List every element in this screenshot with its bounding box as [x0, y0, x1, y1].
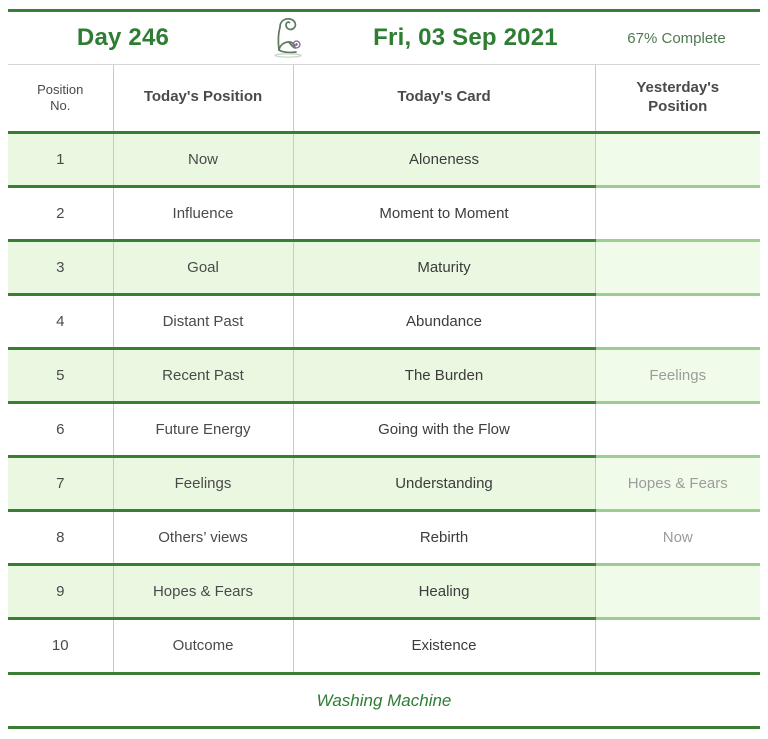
- row-yesterday-position: [595, 130, 760, 188]
- row-today-card: Healing: [293, 562, 596, 620]
- row-yesterday-position: Now: [595, 510, 760, 564]
- column-header-todays-card: Today's Card: [293, 65, 596, 134]
- row-position-no: 10: [8, 618, 114, 672]
- table-row[interactable]: 2 Influence Moment to Moment: [8, 186, 760, 240]
- date-cell: Fri, 03 Sep 2021: [338, 12, 593, 64]
- row-today-position: Future Energy: [113, 402, 294, 456]
- kneeling-figure-icon: [238, 12, 338, 64]
- row-today-card: Existence: [293, 618, 596, 672]
- row-yesterday-position: [595, 186, 760, 240]
- table-row[interactable]: 6 Future Energy Going with the Flow: [8, 402, 760, 456]
- table-row[interactable]: 5 Recent Past The Burden Feelings: [8, 346, 760, 404]
- row-today-card: The Burden: [293, 346, 596, 404]
- table-row[interactable]: 9 Hopes & Fears Healing: [8, 562, 760, 620]
- row-today-card: Rebirth: [293, 510, 596, 564]
- row-position-no: 5: [8, 346, 114, 404]
- row-today-card: Understanding: [293, 454, 596, 512]
- row-position-no: 6: [8, 402, 114, 456]
- row-today-position: Feelings: [113, 454, 294, 512]
- table-row[interactable]: 7 Feelings Understanding Hopes & Fears: [8, 454, 760, 512]
- table-body: 1 Now Aloneness 2 Influence Moment to Mo…: [8, 130, 760, 672]
- column-header-position-no: Position No.: [8, 65, 114, 134]
- row-today-card: Abundance: [293, 294, 596, 348]
- table-row[interactable]: 1 Now Aloneness: [8, 130, 760, 188]
- row-today-card: Maturity: [293, 238, 596, 296]
- sheet-footer: Washing Machine: [8, 675, 760, 727]
- row-position-no: 4: [8, 294, 114, 348]
- column-header-position-no-line2: No.: [50, 97, 71, 113]
- row-today-position: Goal: [113, 238, 294, 296]
- table-row[interactable]: 8 Others’ views Rebirth Now: [8, 510, 760, 564]
- column-header-position-no-line1: Position: [37, 81, 84, 97]
- row-yesterday-position: [595, 294, 760, 348]
- row-position-no: 8: [8, 510, 114, 564]
- table-header-row: Position No. Today's Position Today's Ca…: [8, 65, 760, 134]
- row-today-position: Influence: [113, 186, 294, 240]
- row-today-card: Moment to Moment: [293, 186, 596, 240]
- row-today-position: Distant Past: [113, 294, 294, 348]
- row-yesterday-position: [595, 402, 760, 456]
- table-head: Position No. Today's Position Today's Ca…: [8, 65, 760, 134]
- row-yesterday-position: [595, 562, 760, 620]
- row-today-position: Others’ views: [113, 510, 294, 564]
- row-today-position: Outcome: [113, 618, 294, 672]
- day-label: Day 246: [76, 24, 170, 51]
- table-row[interactable]: 4 Distant Past Abundance: [8, 294, 760, 348]
- row-today-position: Hopes & Fears: [113, 562, 294, 620]
- row-position-no: 2: [8, 186, 114, 240]
- row-position-no: 1: [8, 130, 114, 188]
- table-row[interactable]: 3 Goal Maturity: [8, 238, 760, 296]
- day-cell: Day 246: [8, 12, 238, 64]
- spread-name-label: Washing Machine: [316, 691, 452, 710]
- row-yesterday-position: Feelings: [595, 346, 760, 404]
- sheet-header: Day 246 Fri, 03 Sep 2021 67% Complete: [8, 12, 760, 64]
- kneeling-figure-glyph: [274, 17, 302, 58]
- row-yesterday-position: Hopes & Fears: [595, 454, 760, 512]
- column-header-yesterdays-position: Yesterday's Position: [595, 65, 760, 134]
- spread-table: Position No. Today's Position Today's Ca…: [8, 65, 760, 672]
- daily-spread-sheet: Day 246 Fri, 03 Sep 2021 67% Complete Po…: [0, 0, 768, 739]
- row-today-position: Recent Past: [113, 346, 294, 404]
- date-label: Fri, 03 Sep 2021: [373, 24, 558, 51]
- column-header-yesterdays-position-line1: Yesterday's: [636, 79, 720, 96]
- table-row[interactable]: 10 Outcome Existence: [8, 618, 760, 672]
- row-today-position: Now: [113, 130, 294, 188]
- column-header-todays-position: Today's Position: [113, 65, 294, 134]
- row-today-card: Aloneness: [293, 130, 596, 188]
- progress-label: 67% Complete: [627, 29, 726, 47]
- row-yesterday-position: [595, 238, 760, 296]
- row-position-no: 3: [8, 238, 114, 296]
- row-position-no: 9: [8, 562, 114, 620]
- column-header-yesterdays-position-line2: Position: [648, 97, 708, 115]
- progress-cell: 67% Complete: [593, 12, 760, 64]
- bottom-divider: [8, 726, 760, 729]
- row-today-card: Going with the Flow: [293, 402, 596, 456]
- row-yesterday-position: [595, 618, 760, 672]
- row-position-no: 7: [8, 454, 114, 512]
